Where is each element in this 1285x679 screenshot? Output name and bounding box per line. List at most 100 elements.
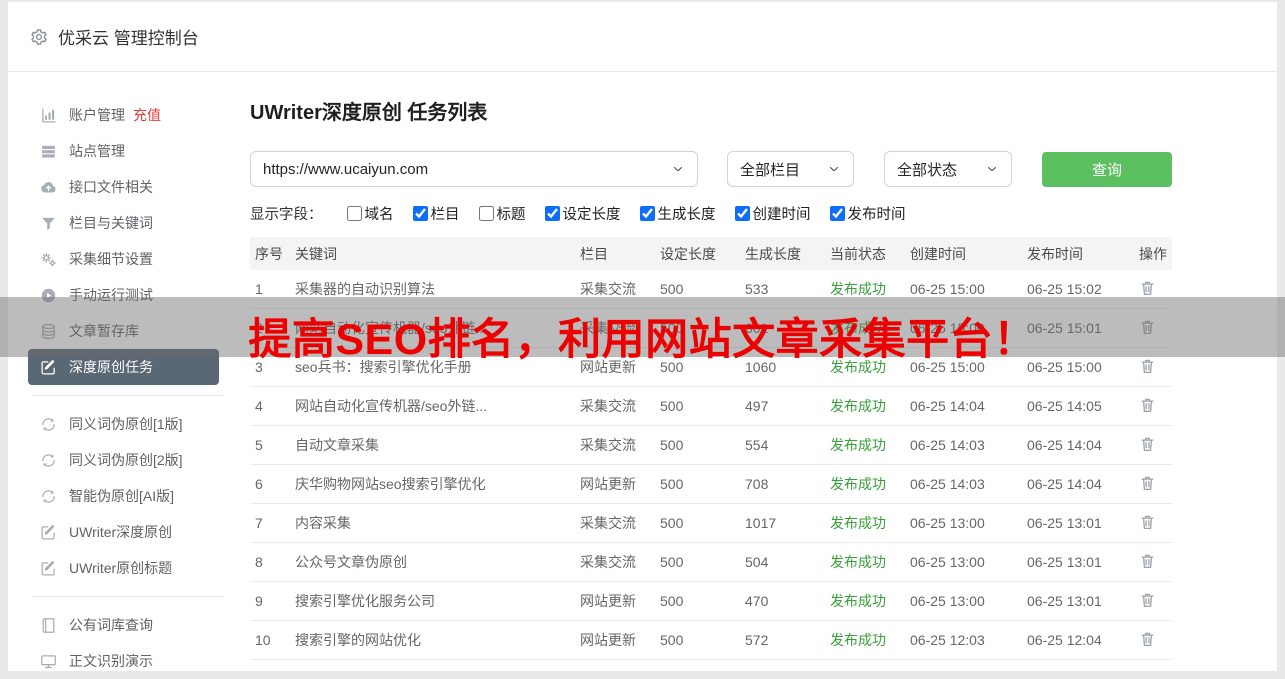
table-row: 4网站自动化宣传机器/seo外链...采集交流500497发布成功06-25 1… (250, 387, 1172, 426)
gen-length-cell: 572 (740, 632, 825, 648)
field-checkbox-input[interactable] (640, 206, 655, 221)
row-number: 10 (250, 632, 290, 648)
table-row: 8公众号文章伪原创采集交流500504发布成功06-25 13:0006-25 … (250, 543, 1172, 582)
sidebar-item-interface-files[interactable]: 接口文件相关 (8, 169, 250, 205)
sidebar-item-label: 同义词伪原创[1版] (69, 414, 183, 434)
refresh-icon (40, 416, 57, 433)
gen-length-cell: 554 (740, 437, 825, 453)
gen-length-cell: 497 (740, 398, 825, 414)
field-checkbox-label: 栏目 (431, 203, 460, 224)
sidebar-item-columns-keywords[interactable]: 栏目与关键词 (8, 205, 250, 241)
field-checkbox-input[interactable] (545, 206, 560, 221)
book-icon (40, 617, 57, 634)
delete-button[interactable] (1139, 357, 1159, 377)
sidebar-item-collection-settings[interactable]: 采集细节设置 (8, 241, 250, 277)
display-fields-label: 显示字段： (250, 203, 323, 224)
row-number: 7 (250, 515, 290, 531)
site-select[interactable]: https://www.ucaiyun.com (250, 151, 698, 187)
category-cell: 网站更新 (575, 591, 655, 611)
sidebar-item-public-thesaurus[interactable]: 公有词库查询 (8, 607, 250, 643)
field-checkbox-input[interactable] (830, 206, 845, 221)
delete-button[interactable] (1139, 552, 1159, 572)
monitor-icon (40, 653, 57, 670)
sidebar-item-label: 账户管理 (69, 105, 125, 125)
keyword-cell: 公众号文章伪原创 (290, 552, 575, 572)
category-cell: 网站更新 (575, 474, 655, 494)
server-icon (40, 143, 57, 160)
table-row: 9搜索引擎优化服务公司网站更新500470发布成功06-25 13:0006-2… (250, 582, 1172, 621)
status-select[interactable]: 全部状态 (884, 151, 1012, 187)
created-at-cell: 06-25 12:03 (905, 632, 1022, 648)
sidebar-item-uwriter-original-title[interactable]: UWriter原创标题 (8, 550, 250, 586)
sidebar-item-label: 正文识别演示 (69, 651, 153, 671)
published-at-cell: 06-25 15:02 (1022, 281, 1134, 297)
sidebar-item-ai-original[interactable]: 智能伪原创[AI版] (8, 478, 250, 514)
sidebar-item-body-recognition-demo[interactable]: 正文识别演示 (8, 643, 250, 679)
app-title: 优采云 管理控制台 (58, 24, 199, 49)
delete-button[interactable] (1139, 630, 1159, 650)
trash-icon (1139, 591, 1156, 609)
sidebar-item-uwriter-deep-original[interactable]: UWriter深度原创 (8, 514, 250, 550)
field-checkbox-3[interactable]: 设定长度 (545, 203, 621, 224)
set-length-cell: 500 (655, 281, 740, 297)
field-checkbox-input[interactable] (735, 206, 750, 221)
category-cell: 采集交流 (575, 396, 655, 416)
actions-cell (1134, 474, 1172, 495)
sidebar-item-site-management[interactable]: 站点管理 (8, 133, 250, 169)
column-header: 当前状态 (825, 244, 905, 264)
status-cell: 发布成功 (825, 552, 905, 572)
delete-button[interactable] (1139, 591, 1159, 611)
delete-button[interactable] (1139, 435, 1159, 455)
field-checkbox-label: 设定长度 (563, 203, 621, 224)
site-select-value: https://www.ucaiyun.com (263, 161, 428, 178)
trash-icon (1139, 513, 1156, 531)
row-number: 5 (250, 437, 290, 453)
sidebar-item-synonym-original-v2[interactable]: 同义词伪原创[2版] (8, 442, 250, 478)
field-checkbox-2[interactable]: 标题 (479, 203, 526, 224)
set-length-cell: 500 (655, 476, 740, 492)
promo-banner: 提高SEO排名，利用网站文章采集平台！ (0, 297, 1285, 357)
field-checkbox-1[interactable]: 栏目 (413, 203, 460, 224)
table-row: 6庆华购物网站seo搜索引擎优化网站更新500708发布成功06-25 14:0… (250, 465, 1172, 504)
published-at-cell: 06-25 15:00 (1022, 359, 1134, 375)
column-header: 创建时间 (905, 244, 1022, 264)
field-checkbox-4[interactable]: 生成长度 (640, 203, 716, 224)
field-checkbox-0[interactable]: 域名 (347, 203, 394, 224)
table-row: 5自动文章采集采集交流500554发布成功06-25 14:0306-25 14… (250, 426, 1172, 465)
sidebar-item-account-management[interactable]: 账户管理充值 (8, 97, 250, 133)
status-cell: 发布成功 (825, 474, 905, 494)
field-checkbox-input[interactable] (413, 206, 428, 221)
status-cell: 发布成功 (825, 435, 905, 455)
actions-cell (1134, 396, 1172, 417)
delete-button[interactable] (1139, 474, 1159, 494)
sidebar-item-label: UWriter深度原创 (69, 522, 172, 542)
sidebar-item-synonym-original-v1[interactable]: 同义词伪原创[1版] (8, 406, 250, 442)
page-title: UWriter深度原创 任务列表 (250, 96, 1277, 125)
sidebar-item-label: 站点管理 (69, 141, 125, 161)
promo-banner-text: 提高SEO排名，利用网站文章采集平台！ (248, 305, 1036, 367)
field-checkbox-6[interactable]: 发布时间 (830, 203, 906, 224)
row-number: 1 (250, 281, 290, 297)
delete-button[interactable] (1139, 513, 1159, 533)
chevron-down-icon (671, 162, 685, 176)
gen-length-cell: 533 (740, 281, 825, 297)
gen-length-cell: 708 (740, 476, 825, 492)
column-select[interactable]: 全部栏目 (727, 151, 854, 187)
display-fields-row: 显示字段： 域名 栏目标题 设定长度生成长度创建时间 发布时间 (250, 203, 1277, 224)
field-checkbox-label: 发布时间 (848, 203, 906, 224)
filter-icon (40, 215, 57, 232)
field-checkbox-5[interactable]: 创建时间 (735, 203, 811, 224)
category-cell: 采集交流 (575, 279, 655, 299)
delete-button[interactable] (1139, 396, 1159, 416)
delete-button[interactable] (1139, 279, 1159, 299)
category-cell: 采集交流 (575, 552, 655, 572)
query-button[interactable]: 查询 (1042, 152, 1172, 187)
recharge-link[interactable]: 充值 (133, 105, 161, 125)
edit-icon (40, 524, 57, 541)
field-checkbox-input[interactable] (479, 206, 494, 221)
created-at-cell: 06-25 14:04 (905, 398, 1022, 414)
field-checkbox-input[interactable] (347, 206, 362, 221)
column-header: 发布时间 (1022, 244, 1134, 264)
category-cell: 采集交流 (575, 435, 655, 455)
table-header-row: 序号关键词栏目设定长度生成长度当前状态创建时间发布时间操作 (250, 237, 1172, 270)
